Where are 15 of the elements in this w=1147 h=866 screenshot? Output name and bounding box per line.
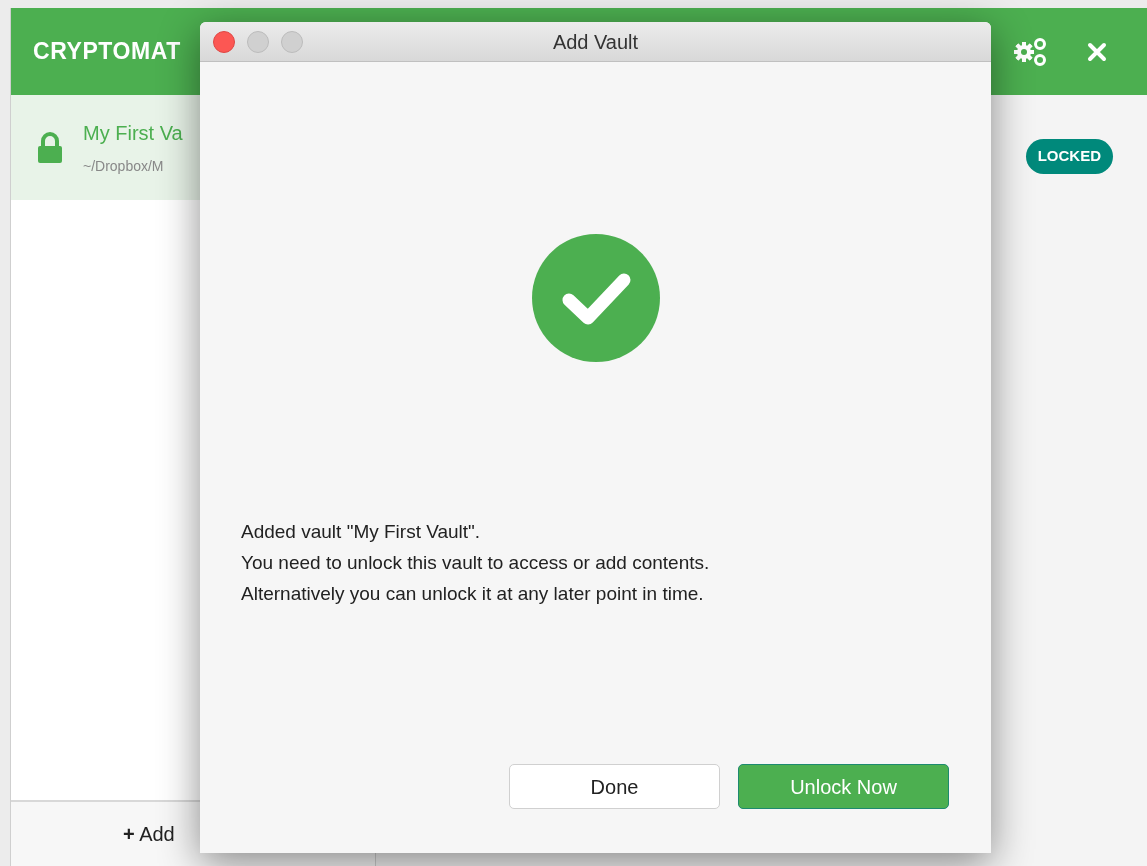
close-icon[interactable] <box>1087 41 1107 62</box>
app-title: CRYPTOMAT <box>33 37 181 67</box>
close-window-button[interactable] <box>213 30 235 53</box>
dialog-message: You need to unlock this vault to access or add contents. <box>241 551 711 575</box>
dialog-title: Add Vault <box>552 29 639 55</box>
minimize-window-button[interactable] <box>247 30 269 53</box>
done-button[interactable]: Done <box>509 764 720 809</box>
vault-name: My First Va <box>83 121 183 146</box>
success-check-icon <box>531 234 660 362</box>
vault-path: ~/Dropbox/M <box>83 157 165 176</box>
dialog-message: Alternatively you can unlock it at any later point in time. <box>241 582 705 606</box>
zoom-window-button[interactable] <box>281 30 303 53</box>
status-badge: LOCKED <box>1025 139 1113 174</box>
dialog-message: Added vault "My First Vault". <box>241 520 482 544</box>
add-vault-link[interactable]: + Add <box>123 819 175 849</box>
